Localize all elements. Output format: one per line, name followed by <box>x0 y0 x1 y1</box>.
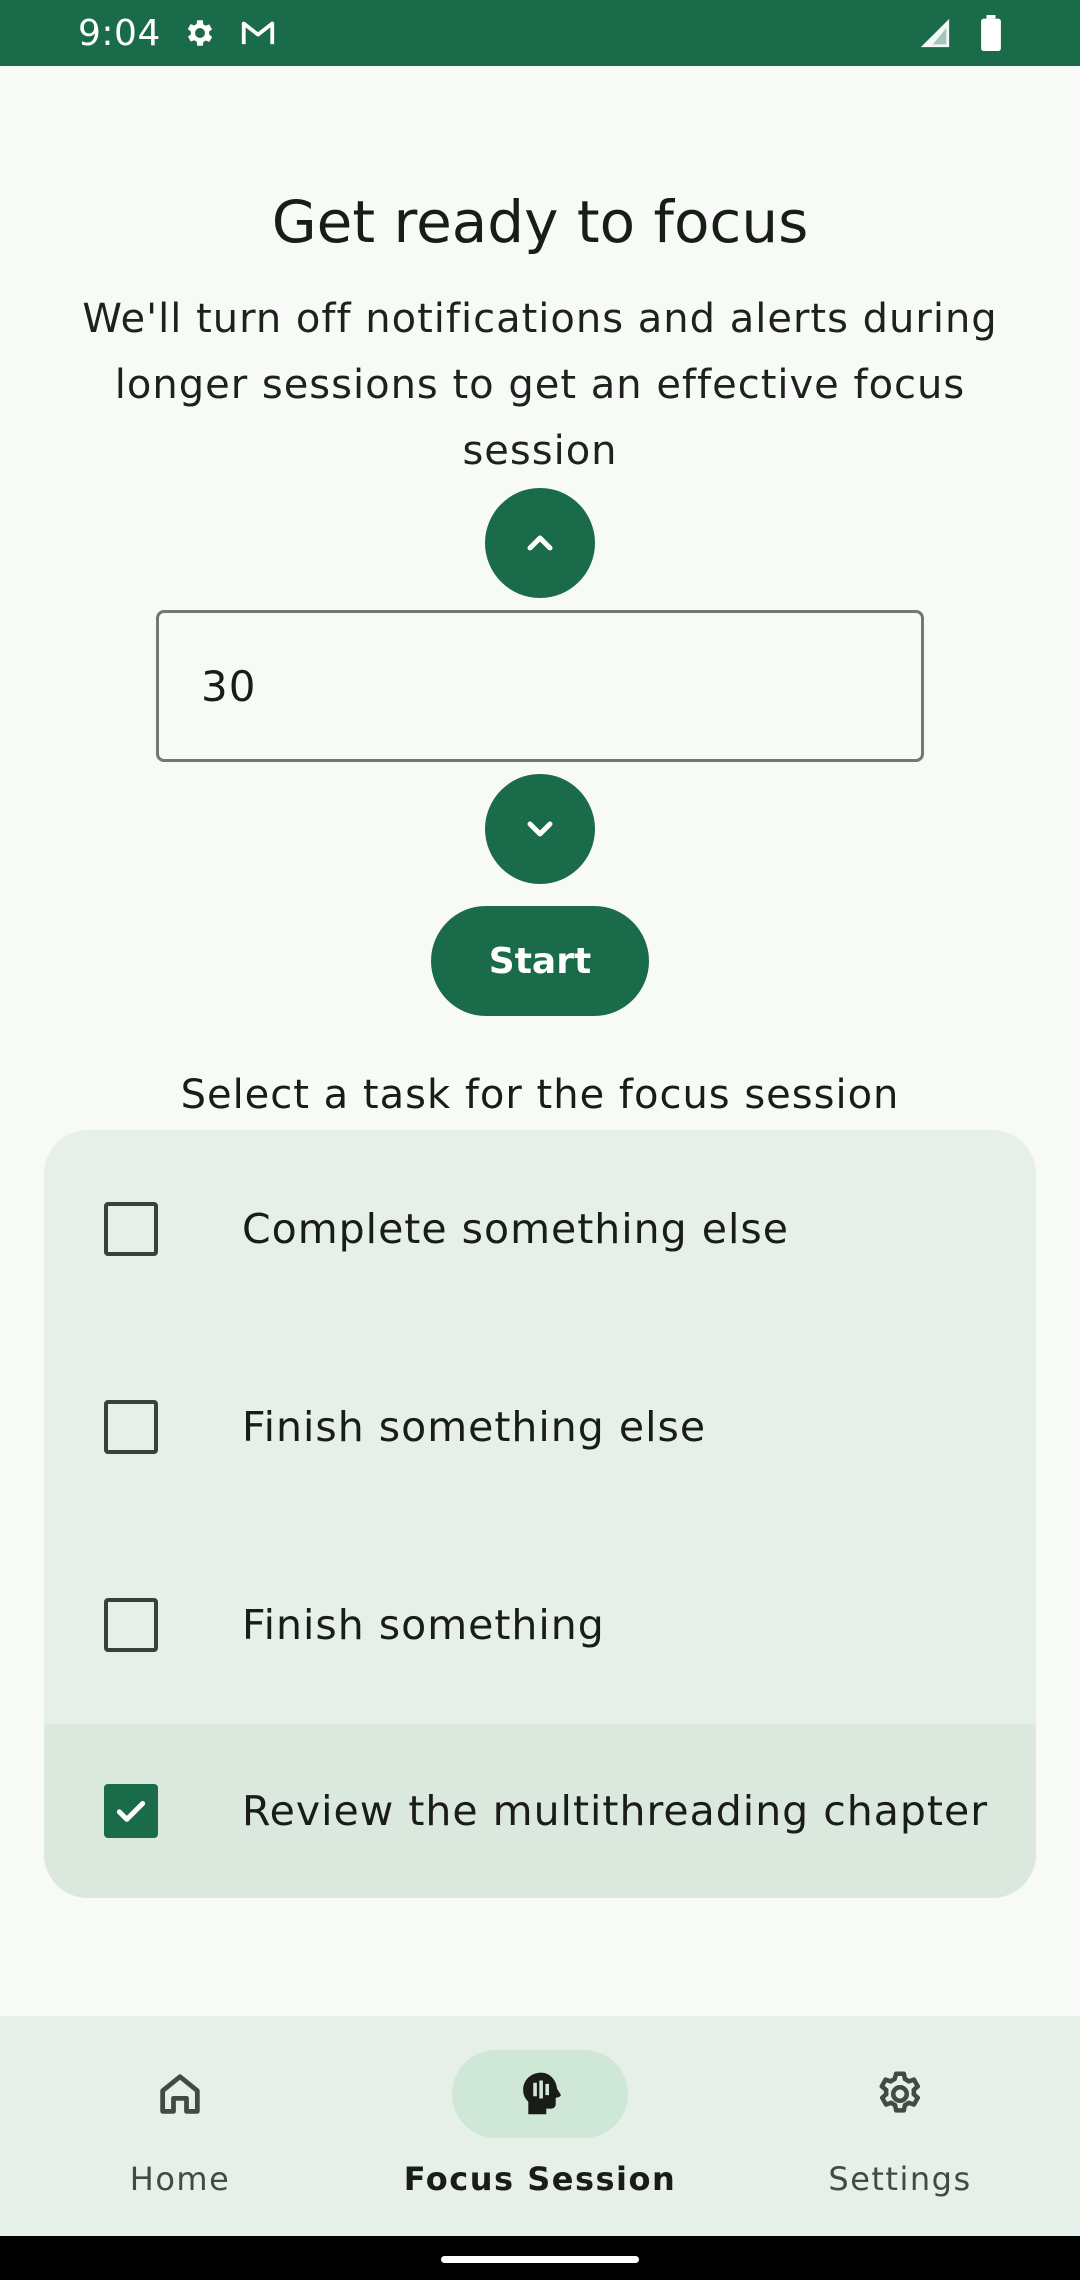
task-list: Complete something else Finish something… <box>44 1130 1036 1898</box>
task-label: Complete something else <box>242 1205 789 1253</box>
task-label: Finish something <box>242 1601 605 1649</box>
task-row-selected[interactable]: Review the multithreading chapter <box>44 1724 1036 1898</box>
bottom-navigation: Home Focus Session Settings <box>0 2016 1080 2236</box>
signal-icon <box>916 14 954 52</box>
checkmark-icon <box>111 1791 151 1831</box>
task-heading: Select a task for the focus session <box>180 1072 900 1118</box>
battery-icon <box>972 14 1010 52</box>
task-checkbox[interactable] <box>104 1400 158 1454</box>
home-icon <box>154 2068 206 2120</box>
nav-item-home[interactable]: Home <box>0 2016 360 2236</box>
page-subtitle: We'll turn off notifications and alerts … <box>82 296 998 474</box>
nav-icon-container <box>812 2050 988 2138</box>
task-checkbox[interactable] <box>104 1598 158 1652</box>
page-title: Get ready to focus <box>271 188 809 256</box>
nav-label-settings: Settings <box>828 2160 972 2198</box>
increase-duration-button[interactable] <box>485 488 595 598</box>
gear-icon <box>181 14 219 52</box>
task-row[interactable]: Complete something else <box>44 1130 1036 1328</box>
status-notification-icons <box>181 14 277 52</box>
gmail-icon <box>239 14 277 52</box>
task-checkbox-checked[interactable] <box>104 1784 158 1838</box>
status-bar: 9:04 <box>0 0 1080 66</box>
decrease-duration-button[interactable] <box>485 774 595 884</box>
chevron-down-icon <box>520 809 560 849</box>
chevron-up-icon <box>520 523 560 563</box>
status-system-icons <box>916 14 1010 52</box>
task-row[interactable]: Finish something <box>44 1526 1036 1724</box>
duration-value: 30 <box>201 661 257 711</box>
status-time: 9:04 <box>78 12 161 54</box>
start-button[interactable]: Start <box>431 906 649 1016</box>
task-checkbox[interactable] <box>104 1202 158 1256</box>
nav-item-settings[interactable]: Settings <box>720 2016 1080 2236</box>
focus-head-icon <box>513 2067 567 2121</box>
gesture-handle[interactable] <box>441 2255 639 2263</box>
task-row[interactable]: Finish something else <box>44 1328 1036 1526</box>
duration-input[interactable]: 30 <box>156 610 924 762</box>
nav-label-home: Home <box>129 2160 231 2198</box>
task-label: Review the multithreading chapter <box>242 1787 989 1835</box>
nav-icon-container <box>452 2050 628 2138</box>
settings-icon <box>873 2067 927 2121</box>
nav-icon-container <box>92 2050 268 2138</box>
gesture-navigation-bar <box>0 2236 1080 2280</box>
nav-label-focus-session: Focus Session <box>403 2160 677 2198</box>
task-label: Finish something else <box>242 1403 707 1451</box>
nav-item-focus-session[interactable]: Focus Session <box>360 2016 720 2236</box>
